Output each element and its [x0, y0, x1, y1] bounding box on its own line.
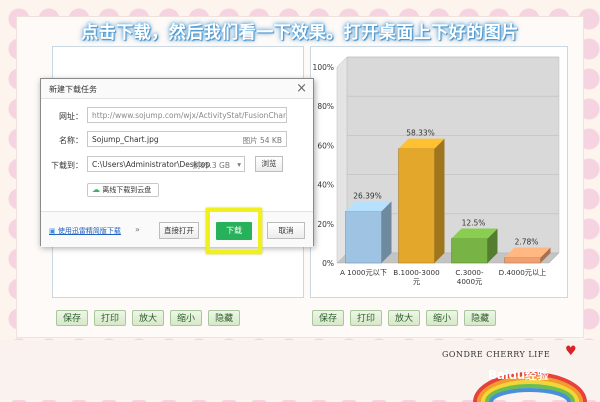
bar-side — [434, 138, 445, 263]
x-tick-label: 元 — [413, 277, 420, 286]
x-tick-label: 4000元 — [457, 277, 482, 286]
url-value: http://www.sojump.com/wjx/ActivityStat/F… — [92, 111, 287, 120]
cloud-icon: ☁ — [92, 185, 100, 194]
zoom-in-button[interactable]: 放大 — [132, 310, 165, 326]
hide-button[interactable]: 隐藏 — [464, 310, 497, 326]
bar-front — [504, 257, 541, 264]
filename-value: Sojump_Chart.jpg — [92, 135, 159, 144]
dialog-title: 新建下载任务 — [49, 85, 97, 94]
cloud-button-label: 离线下载到云盘 — [102, 186, 152, 194]
thunder-link-label: 使用迅雷精简版下载 — [57, 227, 121, 235]
print-button[interactable]: 打印 — [350, 310, 383, 326]
print-button[interactable]: 打印 — [94, 310, 127, 326]
bar-front — [345, 211, 382, 264]
new-download-dialog: 新建下载任务 × 网址： http://www.sojump.com/wjx/A… — [40, 78, 314, 247]
zoom-in-button[interactable]: 放大 — [388, 310, 421, 326]
open-directly-button[interactable]: 直接打开 — [159, 222, 199, 239]
file-size: 图片 54 KB — [242, 136, 282, 145]
bar-side — [381, 201, 392, 263]
path-label: 下载到： — [51, 161, 83, 170]
y-tick-label: 20% — [317, 220, 334, 229]
x-tick-label: A 1000元以下 — [340, 268, 387, 277]
browse-button[interactable]: 浏览 — [255, 156, 283, 172]
chevron-down-icon[interactable]: » — [135, 225, 140, 234]
free-space: 剩65.3 GB — [192, 161, 230, 170]
x-tick-label: B.1000-3000 — [393, 268, 440, 277]
x-tick-label: C.3000- — [455, 268, 484, 277]
y-tick-label: 0% — [322, 259, 334, 268]
chevron-down-icon[interactable]: ▾ — [237, 160, 241, 169]
save-path-select[interactable]: C:\Users\Administrator\Desktop 剩65.3 GB … — [87, 156, 245, 172]
path-row: 下载到： C:\Users\Administrator\Desktop 剩65.… — [41, 156, 313, 174]
x-tick-label: D.4000元以上 — [499, 268, 547, 277]
thunder-icon: ▣ — [49, 227, 56, 235]
zoom-out-button[interactable]: 缩小 — [426, 310, 459, 326]
right-toolbar: 保存 打印 放大 缩小 隐藏 — [312, 310, 497, 326]
name-row: 名称： Sojump_Chart.jpg 图片 54 KB — [41, 131, 313, 149]
chart-panel: 0% 20% 40% 60% 80% 100% 26.39% A 1000元以下 58.33% B… — [310, 46, 568, 298]
bar-front — [398, 148, 435, 264]
left-toolbar: 保存 打印 放大 缩小 隐藏 — [56, 310, 241, 326]
watermark: Baidu经验 — [488, 368, 549, 382]
y-tick-label: 80% — [317, 102, 334, 111]
zoom-out-button[interactable]: 缩小 — [170, 310, 203, 326]
dialog-titlebar[interactable]: 新建下载任务 × — [41, 79, 313, 99]
y-tick-label: 100% — [313, 63, 334, 72]
save-button[interactable]: 保存 — [312, 310, 345, 326]
url-row: 网址： http://www.sojump.com/wjx/ActivitySt… — [41, 107, 313, 125]
cancel-button[interactable]: 取消 — [267, 222, 305, 239]
heart-icon: ♥ — [565, 344, 577, 359]
offline-cloud-download-button[interactable]: ☁ 离线下载到云盘 — [87, 183, 159, 197]
highlight-box: 下载 — [206, 208, 262, 254]
url-label: 网址： — [59, 112, 83, 121]
data-label: 12.5% — [462, 219, 486, 228]
download-button[interactable]: 下载 — [216, 222, 252, 240]
hide-button[interactable]: 隐藏 — [208, 310, 241, 326]
signature: GONDRE CHERRY LIFE — [442, 350, 551, 359]
name-label: 名称： — [59, 136, 83, 145]
y-tick-label: 60% — [317, 141, 334, 150]
data-label: 2.78% — [515, 238, 539, 247]
dialog-footer: ▣ 使用迅雷精简版下载 » 直接打开 取消 — [41, 211, 313, 247]
data-label: 58.33% — [406, 129, 435, 138]
bar-front — [451, 238, 488, 264]
thunder-lite-link[interactable]: ▣ 使用迅雷精简版下载 — [49, 226, 121, 236]
page-title: 点击下载，然后我们看一下效果。打开桌面上下好的图片 — [81, 23, 519, 43]
close-icon[interactable]: × — [296, 81, 307, 96]
y-tick-label: 40% — [317, 181, 334, 190]
save-button[interactable]: 保存 — [56, 310, 89, 326]
bar-chart: 0% 20% 40% 60% 80% 100% 26.39% A 1000元以下 58.33% B… — [313, 56, 560, 286]
url-field[interactable]: http://www.sojump.com/wjx/ActivityStat/F… — [87, 107, 287, 123]
data-label: 26.39% — [353, 191, 382, 200]
filename-field[interactable]: Sojump_Chart.jpg 图片 54 KB — [87, 131, 287, 147]
